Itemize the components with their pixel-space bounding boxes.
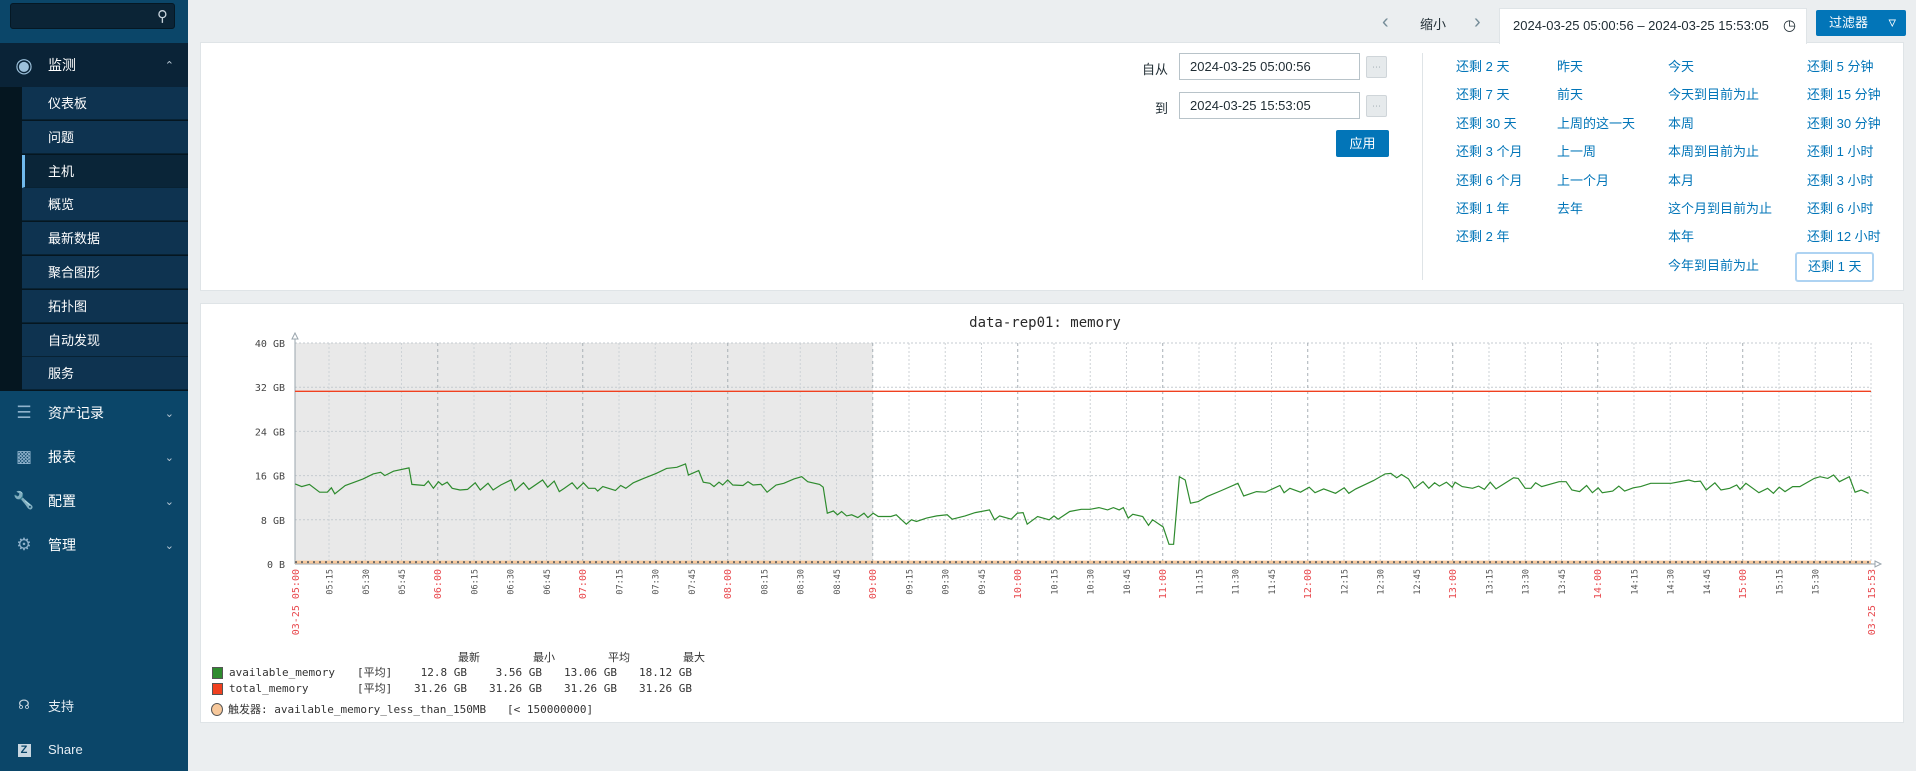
y-tick-label: 32 GB [255, 383, 285, 394]
x-tick-label: 12:15 [1340, 569, 1350, 595]
x-tick-label: 08:45 [833, 569, 843, 595]
x-tick-label: 10:45 [1123, 569, 1133, 595]
x-tick-label: 05:15 [326, 569, 336, 595]
x-tick-label: 08:15 [760, 569, 770, 595]
legend-series-name: available_memory [229, 666, 335, 679]
x-tick-label: 14:15 [1630, 569, 1640, 595]
y-axis-arrow [291, 331, 299, 340]
y-tick-label: 40 GB [255, 339, 285, 350]
shaded-period [295, 343, 873, 564]
x-tick-label: 13:30 [1522, 569, 1532, 595]
x-tick-label: 10:15 [1050, 569, 1060, 595]
x-tick-label: 11:30 [1232, 569, 1242, 595]
y-tick-label: 24 GB [255, 427, 285, 438]
x-tick-label: 10:30 [1087, 569, 1097, 595]
x-tick-label: 09:15 [905, 569, 915, 595]
x-tick-label: 15:30 [1812, 569, 1822, 595]
x-tick-label: 12:45 [1413, 569, 1423, 595]
x-tick-label: 07:45 [688, 569, 698, 595]
x-tick-label: 14:45 [1703, 569, 1713, 595]
legend-header-min: 最小 [533, 651, 555, 664]
x-tick-label: 05:30 [362, 569, 372, 595]
x-tick-label: 10:00 [1013, 569, 1024, 599]
x-tick-label: 06:00 [433, 569, 444, 599]
legend-header-max: 最大 [683, 651, 705, 664]
y-tick-label: 8 GB [261, 516, 285, 527]
legend-header-avg: 平均 [608, 651, 630, 664]
x-tick-label: 06:45 [543, 569, 553, 595]
legend-value-max: 18.12 GB [639, 666, 692, 679]
legend-value-last: 12.8 GB [420, 666, 467, 679]
trigger-icon [211, 703, 223, 716]
x-tick-label: 11:45 [1268, 569, 1278, 595]
x-tick-label: 12:30 [1377, 569, 1387, 595]
legend-header-last: 最新 [458, 651, 480, 664]
x-tick-label: 12:00 [1303, 569, 1314, 599]
x-tick-label: 15:00 [1738, 569, 1749, 599]
x-tick-label: 06:30 [507, 569, 517, 595]
legend-swatch-available-memory [212, 667, 223, 679]
x-tick-label: 09:30 [942, 569, 952, 595]
y-tick-label: 0 B [267, 560, 285, 571]
legend-series-name: total_memory [229, 682, 309, 695]
x-tick-label: 13:00 [1448, 569, 1459, 599]
memory-graph[interactable]: 0 B 8 GB 16 GB 24 GB 32 GB 40 GB 05:15 05:30 05:… [0, 0, 1916, 771]
x-end-label: 03-25 15:53 [1867, 569, 1878, 635]
x-tick-label: 13:45 [1558, 569, 1568, 595]
legend-value-avg: 13.06 GB [564, 666, 617, 679]
x-tick-label: 15:15 [1775, 569, 1785, 595]
x-tick-label: 11:00 [1158, 569, 1169, 599]
x-tick-label: 14:00 [1593, 569, 1604, 599]
legend-value-last: 31.26 GB [414, 682, 467, 695]
x-tick-label: 05:45 [398, 569, 408, 595]
x-tick-label: 11:15 [1195, 569, 1205, 595]
x-tick-label: 08:00 [723, 569, 734, 599]
x-start-label: 03-25 05:00 [291, 569, 302, 635]
x-tick-label: 09:45 [978, 569, 988, 595]
x-tick-label: 14:30 [1667, 569, 1677, 595]
legend-swatch-total-memory [212, 683, 223, 695]
x-axis-arrow [1874, 560, 1883, 568]
x-tick-label: 13:15 [1485, 569, 1495, 595]
legend-value-min: 3.56 GB [495, 666, 542, 679]
legend-trigger-condition: [< 150000000] [507, 703, 594, 716]
legend-value-min: 31.26 GB [489, 682, 542, 695]
legend-trigger-name: 触发器: available_memory_less_than_150MB [228, 703, 487, 716]
x-tick-label: 09:00 [868, 569, 879, 599]
y-tick-label: 16 GB [255, 472, 285, 483]
legend-value-max: 31.26 GB [639, 682, 692, 695]
x-tick-label: 07:15 [615, 569, 625, 595]
x-tick-label: 07:30 [652, 569, 662, 595]
legend-value-avg: 31.26 GB [564, 682, 617, 695]
x-tick-label: 06:15 [470, 569, 480, 595]
x-tick-label: 08:30 [797, 569, 807, 595]
x-tick-label: 07:00 [578, 569, 589, 599]
